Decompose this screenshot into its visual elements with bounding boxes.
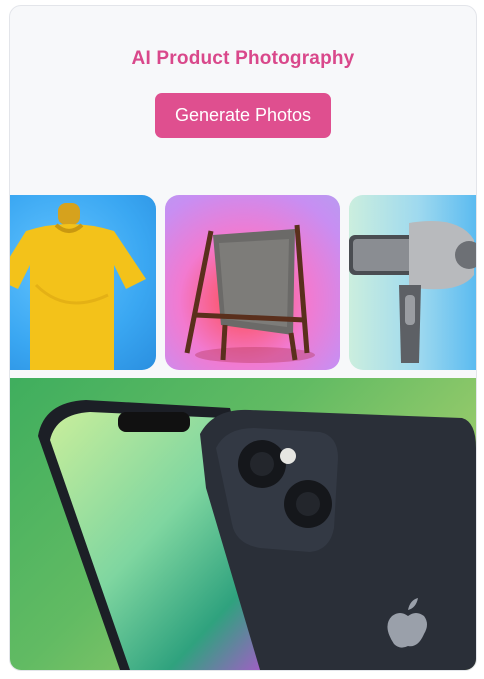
gallery-item-hair-dryer[interactable]	[349, 195, 476, 370]
generate-photos-button[interactable]: Generate Photos	[155, 93, 331, 138]
chair-image	[184, 224, 315, 363]
card-title: AI Product Photography	[131, 48, 355, 69]
gallery-strip	[10, 195, 476, 370]
tshirt-image	[10, 203, 146, 370]
hair-dryer-image	[349, 221, 476, 363]
hero-product-image[interactable]	[10, 378, 476, 670]
product-photography-card: AI Product Photography Generate Photos	[9, 5, 477, 671]
gallery-item-tshirt[interactable]	[10, 195, 156, 370]
gallery-item-chair[interactable]	[165, 195, 340, 370]
smartphone-image	[38, 400, 476, 670]
